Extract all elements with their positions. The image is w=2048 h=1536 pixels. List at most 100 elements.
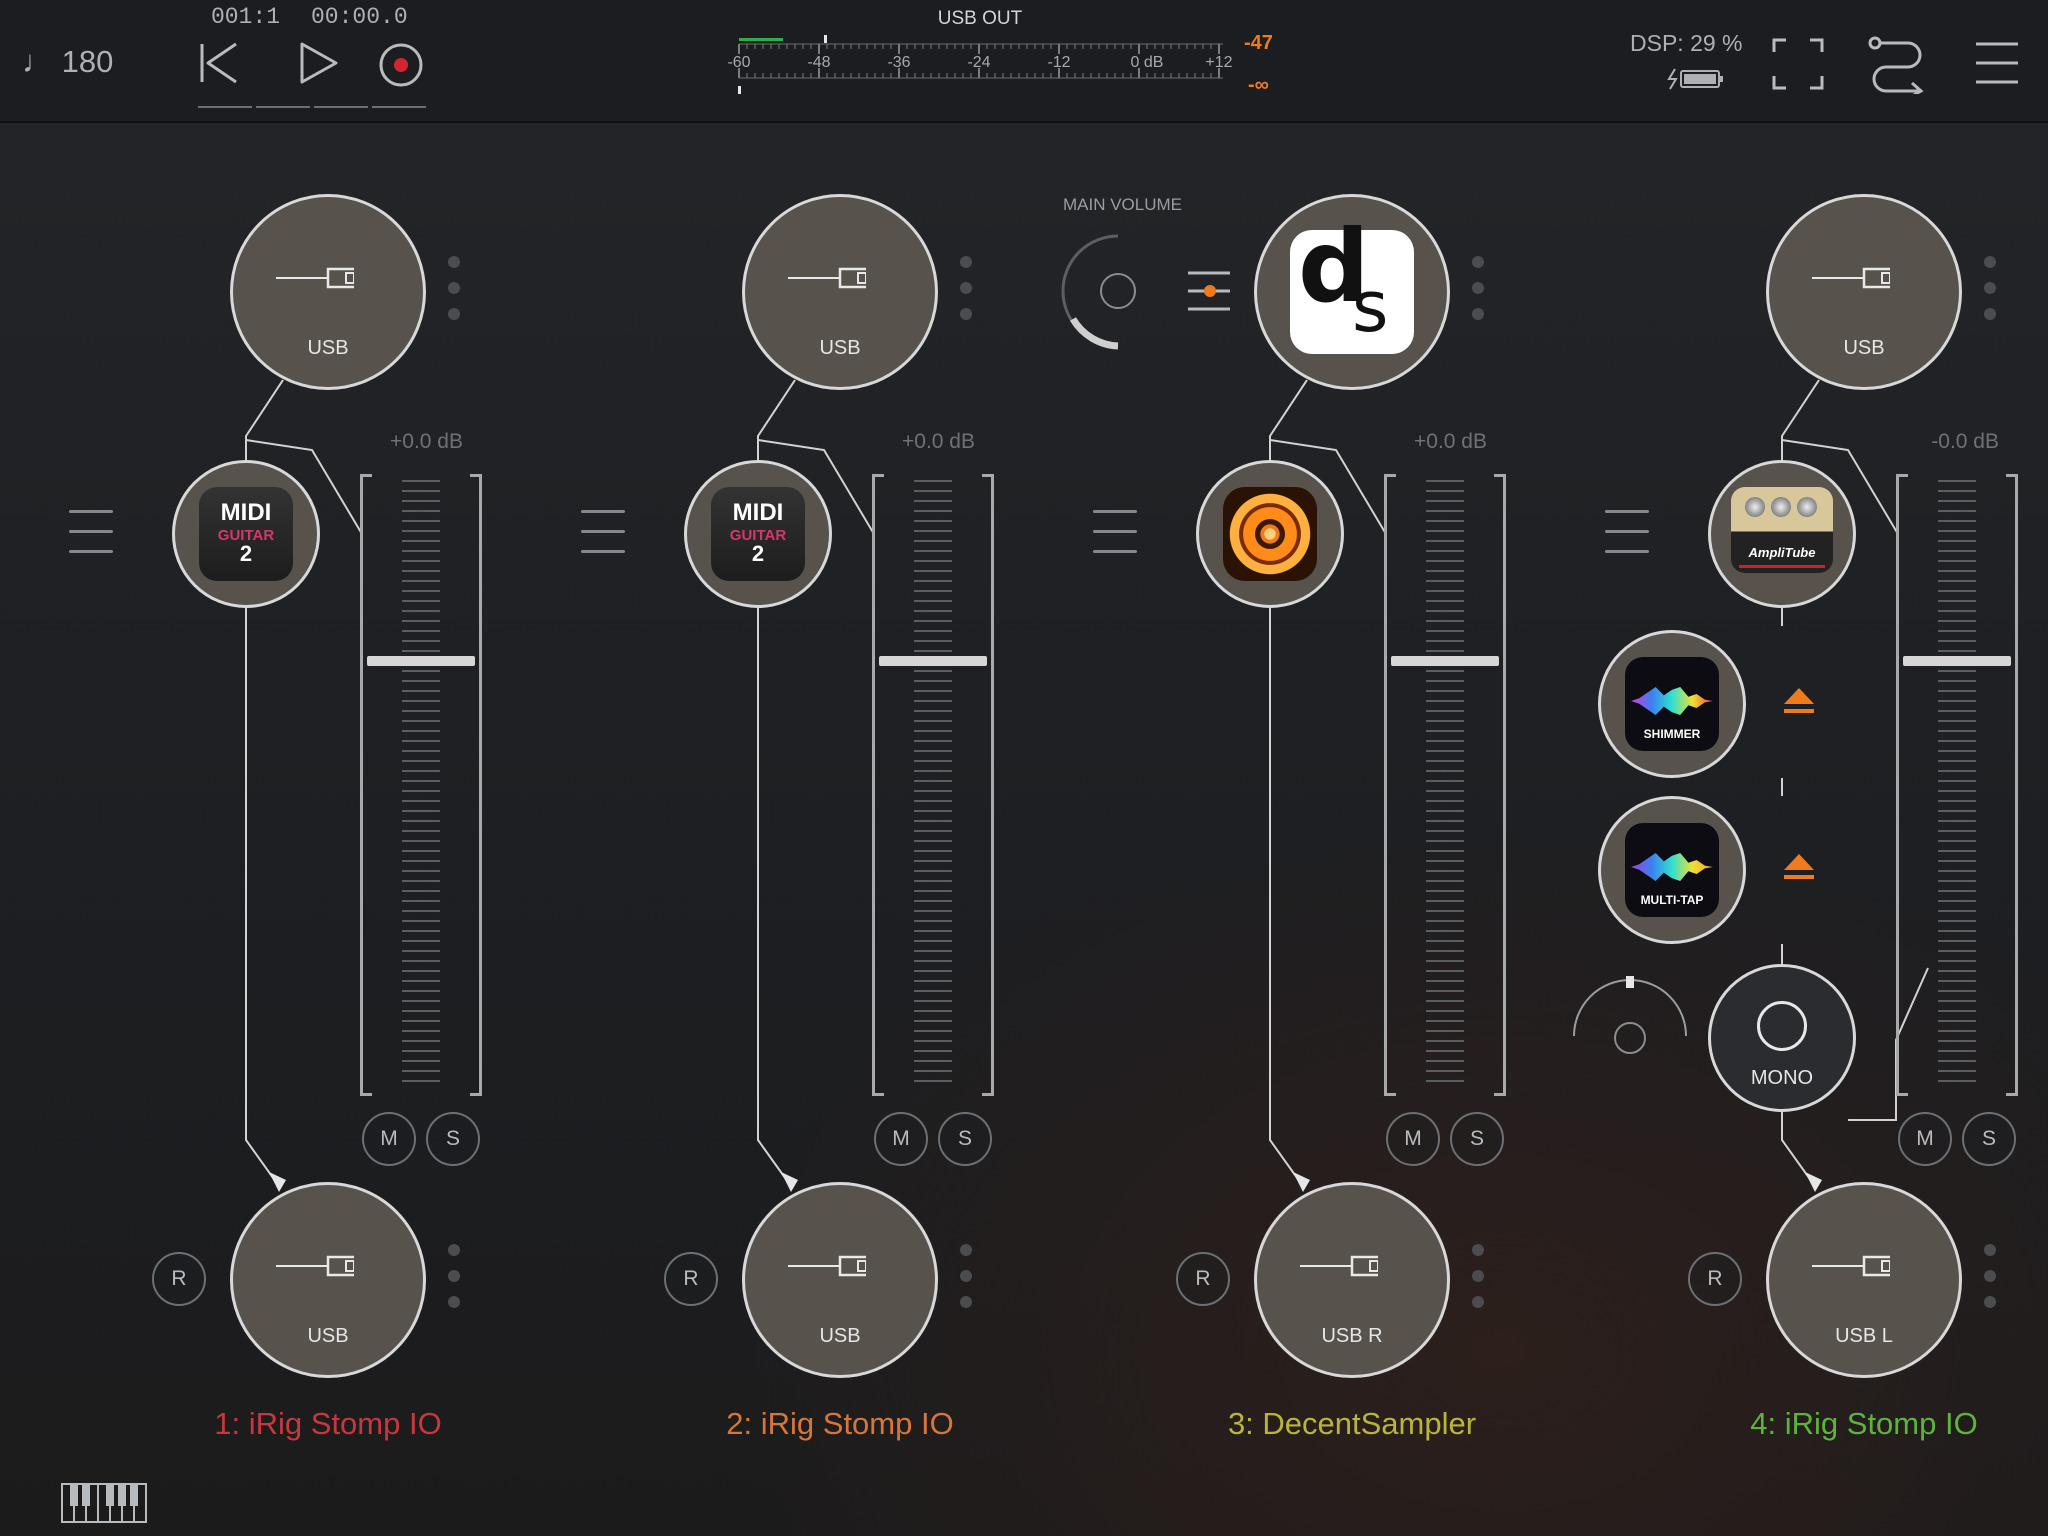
mute-button[interactable]: M bbox=[1386, 1112, 1440, 1166]
solo-button[interactable]: S bbox=[426, 1112, 480, 1166]
dot bbox=[448, 1296, 460, 1308]
volume-fader[interactable] bbox=[872, 474, 994, 1096]
plugin-node[interactable]: MIDI GUITAR 2 bbox=[684, 460, 832, 608]
plugin-node[interactable]: MIDI GUITAR 2 bbox=[172, 460, 320, 608]
multi-tap-node[interactable]: MULTI-TAP bbox=[1598, 796, 1746, 944]
mono-node[interactable]: MONO bbox=[1708, 964, 1856, 1112]
channel-menu-icon[interactable] bbox=[1093, 510, 1137, 554]
plugin-node[interactable] bbox=[1196, 460, 1344, 608]
output-node[interactable]: USB bbox=[742, 1182, 938, 1378]
gain-readout: +0.0 dB bbox=[902, 430, 975, 453]
ds-letter-s: s bbox=[1352, 266, 1389, 348]
dot bbox=[448, 308, 460, 320]
dot bbox=[960, 282, 972, 294]
fader-scale bbox=[1938, 480, 1976, 1090]
options-dots[interactable] bbox=[1984, 256, 1996, 320]
menu-line bbox=[581, 510, 625, 513]
multi-tap-icon: MULTI-TAP bbox=[1625, 823, 1719, 917]
dot bbox=[960, 308, 972, 320]
input-node[interactable]: USB bbox=[230, 194, 426, 390]
record-arm-button[interactable]: R bbox=[664, 1252, 718, 1306]
wire bbox=[757, 606, 789, 1183]
fader-bracket-left bbox=[1384, 474, 1396, 1096]
midi-text: MIDI bbox=[732, 499, 784, 526]
input-node[interactable]: ds bbox=[1254, 194, 1450, 390]
mono-ring-icon bbox=[1757, 1001, 1807, 1051]
midi-text: MIDI bbox=[220, 499, 272, 526]
output-node[interactable]: USB R bbox=[1254, 1182, 1450, 1378]
amp-knob bbox=[1771, 497, 1791, 517]
plugin-node[interactable]: AmpliTube bbox=[1708, 460, 1856, 608]
record-arm-button[interactable]: R bbox=[1176, 1252, 1230, 1306]
dot bbox=[1472, 282, 1484, 294]
mute-button[interactable]: M bbox=[874, 1112, 928, 1166]
channel-menu-icon[interactable] bbox=[1605, 510, 1649, 554]
options-dots[interactable] bbox=[960, 1244, 972, 1308]
dot bbox=[1472, 308, 1484, 320]
usb-plug-icon bbox=[788, 267, 866, 289]
options-dots[interactable] bbox=[448, 1244, 460, 1308]
fader-handle[interactable] bbox=[1903, 656, 2011, 666]
channel-name[interactable]: 2: iRig Stomp IO bbox=[640, 1406, 1040, 1442]
wire-arrow bbox=[781, 1172, 798, 1192]
wire-arrow bbox=[269, 1172, 286, 1192]
main-settings-icon[interactable] bbox=[1186, 268, 1232, 314]
wire bbox=[1781, 1108, 1813, 1183]
fader-bracket-right bbox=[2006, 474, 2018, 1096]
solo-button[interactable]: S bbox=[1962, 1112, 2016, 1166]
options-dots[interactable] bbox=[1984, 1244, 1996, 1308]
input-label: USB bbox=[307, 337, 349, 359]
volume-fader[interactable] bbox=[360, 474, 482, 1096]
channel-name[interactable]: 1: iRig Stomp IO bbox=[128, 1406, 528, 1442]
mono-label: MONO bbox=[1750, 1067, 1814, 1089]
dot bbox=[1472, 1296, 1484, 1308]
fader-bracket-left bbox=[1896, 474, 1908, 1096]
eject-icon[interactable] bbox=[1782, 684, 1816, 718]
solo-button[interactable]: S bbox=[1450, 1112, 1504, 1166]
two-text: 2 bbox=[751, 541, 765, 566]
pan-knob[interactable] bbox=[1568, 970, 1692, 1060]
dot bbox=[960, 1244, 972, 1256]
two-text: 2 bbox=[239, 541, 253, 566]
main-volume-knob[interactable] bbox=[1054, 230, 1174, 350]
channel-name[interactable]: 4: iRig Stomp IO bbox=[1664, 1406, 2048, 1442]
options-dots[interactable] bbox=[960, 256, 972, 320]
fader-bracket-right bbox=[1494, 474, 1506, 1096]
channel-name[interactable]: 3: DecentSampler bbox=[1152, 1406, 1552, 1442]
output-label: USB L bbox=[1835, 1325, 1893, 1347]
wire-arrow bbox=[1805, 1172, 1822, 1192]
menu-line bbox=[69, 550, 113, 553]
options-dots[interactable] bbox=[1472, 256, 1484, 320]
shimmer-node[interactable]: SHIMMER bbox=[1598, 630, 1746, 778]
volume-fader[interactable] bbox=[1384, 474, 1506, 1096]
fader-handle[interactable] bbox=[879, 656, 987, 666]
wire bbox=[757, 379, 796, 462]
dot bbox=[1984, 256, 1996, 268]
usb-plug-icon bbox=[788, 1255, 866, 1277]
volume-fader[interactable] bbox=[1896, 474, 2018, 1096]
input-node[interactable]: USB bbox=[1766, 194, 1962, 390]
fader-handle[interactable] bbox=[367, 656, 475, 666]
channel-menu-icon[interactable] bbox=[69, 510, 113, 554]
menu-line bbox=[1605, 550, 1649, 553]
input-label: USB bbox=[1843, 337, 1885, 359]
output-node[interactable]: USB bbox=[230, 1182, 426, 1378]
channel-menu-icon[interactable] bbox=[581, 510, 625, 554]
wire bbox=[1269, 379, 1308, 462]
solo-button[interactable]: S bbox=[938, 1112, 992, 1166]
options-dots[interactable] bbox=[448, 256, 460, 320]
fader-handle[interactable] bbox=[1391, 656, 1499, 666]
eject-icon[interactable] bbox=[1782, 850, 1816, 884]
output-node[interactable]: USB L bbox=[1766, 1182, 1962, 1378]
record-arm-button[interactable]: R bbox=[1688, 1252, 1742, 1306]
dot bbox=[1984, 1270, 1996, 1282]
menu-line bbox=[1605, 510, 1649, 513]
wire bbox=[1781, 379, 1820, 462]
input-node[interactable]: USB bbox=[742, 194, 938, 390]
multi-tap-label: MULTI-TAP bbox=[1640, 893, 1704, 907]
keyboard-icon[interactable] bbox=[60, 1482, 148, 1524]
mute-button[interactable]: M bbox=[362, 1112, 416, 1166]
record-arm-button[interactable]: R bbox=[152, 1252, 206, 1306]
mute-button[interactable]: M bbox=[1898, 1112, 1952, 1166]
options-dots[interactable] bbox=[1472, 1244, 1484, 1308]
